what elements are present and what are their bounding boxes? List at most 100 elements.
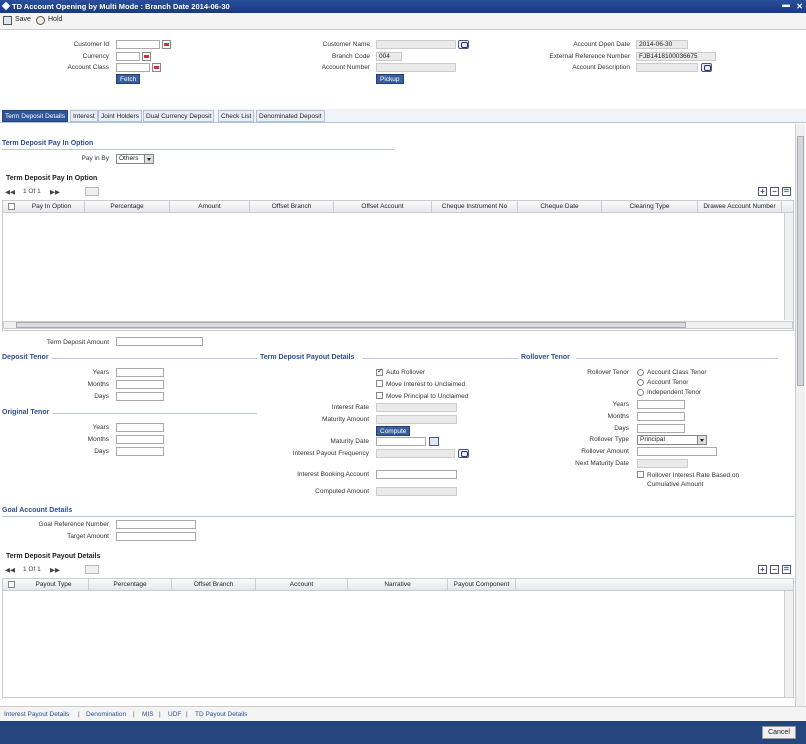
original-years-input[interactable] [116,423,164,432]
tab-check-list[interactable]: Check List [218,110,255,122]
independent-tenor-radio[interactable] [637,389,644,396]
tab-dual-currency-deposit[interactable]: Dual Currency Deposit [143,110,215,122]
account-description-lookup-icon[interactable] [701,63,712,72]
chevron-down-icon[interactable] [697,436,706,444]
original-months-input[interactable] [116,435,164,444]
col-payout-component[interactable]: Payout Component [448,579,516,591]
auto-rollover-checkbox[interactable] [376,367,383,376]
save-button[interactable]: Save [15,16,31,23]
calendar-icon[interactable] [429,437,439,446]
rollover-years-input[interactable] [637,400,685,409]
pay-in-by-select[interactable]: Others [116,154,154,164]
pay-in-hscroll-thumb[interactable] [16,322,686,328]
chevron-down-icon[interactable] [144,155,153,163]
pay-in-add-icon[interactable]: + [758,187,767,196]
customer-id-lov-icon[interactable] [162,40,171,49]
col-clearing-type[interactable]: Clearing Type [602,201,698,213]
account-class-tenor-radio[interactable] [637,369,644,376]
account-class-lov-icon[interactable] [152,63,161,72]
col-percentage[interactable]: Percentage [85,201,170,213]
move-principal-checkbox[interactable] [376,392,383,399]
interest-booking-account-input[interactable] [376,470,457,479]
customer-name-field [376,40,456,49]
rollover-days-input[interactable] [637,424,685,433]
col-drawee-account-number[interactable]: Drawee Account Number [698,201,782,213]
hold-button[interactable]: Hold [48,16,62,23]
original-days-label: Days [94,448,109,455]
udf-link[interactable]: UDF [168,711,181,718]
pay-in-grid-vscroll[interactable] [784,213,793,320]
hold-icon[interactable] [36,16,45,25]
rollover-interest-rate-checkbox[interactable] [637,471,644,478]
payout-select-all-checkbox[interactable] [8,581,15,588]
rollover-type-value: Principal [640,436,665,443]
currency-lov-icon[interactable] [142,52,151,61]
move-interest-checkbox[interactable] [376,380,383,387]
td-payout-details-link[interactable]: TD Payout Details [195,711,247,718]
minimize-icon[interactable]: ▬ [782,0,790,9]
col-narrative[interactable]: Narrative [348,579,448,591]
col-cheque-instrument-no[interactable]: Cheque Instrument No [432,201,518,213]
col-account[interactable]: Account [256,579,348,591]
payout-delete-icon[interactable]: − [770,565,779,574]
rollover-type-select[interactable]: Principal [637,435,707,445]
pay-in-goto-button[interactable] [85,187,99,196]
payout-next-last-icon[interactable]: ▶▶ [50,566,60,574]
payout-first-prev-icon[interactable]: ◀◀ [5,566,15,574]
col-offset-account[interactable]: Offset Account [334,201,432,213]
customer-id-input[interactable] [116,40,160,49]
target-amount-input[interactable] [116,532,196,541]
close-icon[interactable]: ✕ [796,2,803,11]
cancel-button[interactable]: Cancel [762,726,796,739]
fetch-button[interactable]: Fetch [116,74,141,84]
deposit-years-input[interactable] [116,368,164,377]
col-offset-branch[interactable]: Offset Branch [172,579,256,591]
goal-reference-input[interactable] [116,520,196,529]
save-icon[interactable] [3,16,12,25]
rollover-months-input[interactable] [637,412,685,421]
pickup-button[interactable]: Pickup [376,74,404,84]
pay-in-delete-icon[interactable]: − [770,187,779,196]
pay-in-view-icon[interactable]: ☰ [782,187,791,196]
interest-payout-frequency-lookup-icon[interactable] [458,449,469,458]
rollover-amount-input[interactable] [637,447,717,456]
col-offset-branch[interactable]: Offset Branch [250,201,334,213]
payout-add-icon[interactable]: + [758,565,767,574]
col-pay-in-option[interactable]: Pay In Option [19,201,85,213]
payout-view-icon[interactable]: ☰ [782,565,791,574]
compute-button[interactable]: Compute [376,426,411,436]
denomination-link[interactable]: Denomination [86,711,126,718]
maturity-date-input[interactable] [376,437,426,446]
pay-in-grid-hscroll[interactable] [3,321,793,329]
col-amount[interactable]: Amount [170,201,250,213]
deposit-days-input[interactable] [116,392,164,401]
customer-name-lookup-icon[interactable] [458,40,469,49]
original-months-label: Months [87,436,109,443]
tab-joint-holders[interactable]: Joint Holders [98,110,142,122]
payout-goto-button[interactable] [85,565,99,574]
currency-input[interactable] [116,52,140,61]
interest-payout-details-link[interactable]: Interest Payout Details [4,711,69,718]
original-days-input[interactable] [116,447,164,456]
pay-in-select-all-checkbox[interactable] [8,203,15,210]
account-class-input[interactable] [116,63,150,72]
main-vertical-scrollbar[interactable] [795,124,805,706]
maturity-amount-field [376,415,457,424]
mis-link[interactable]: MIS [142,711,154,718]
tab-denominated-deposit[interactable]: Denominated Deposit [256,110,325,122]
col-cheque-date[interactable]: Cheque Date [518,201,602,213]
interest-payout-frequency-label: Interest Payout Frequency [292,450,369,457]
account-tenor-radio[interactable] [637,379,644,386]
deposit-months-input[interactable] [116,380,164,389]
pay-in-next-last-icon[interactable]: ▶▶ [50,188,60,196]
main-scroll-thumb[interactable] [797,136,804,386]
pay-in-first-prev-icon[interactable]: ◀◀ [5,188,15,196]
col-percentage[interactable]: Percentage [89,579,172,591]
payout-grid-vscroll[interactable] [784,591,793,697]
tab-term-deposit-details[interactable]: Term Deposit Details [2,110,68,122]
col-payout-type[interactable]: Payout Type [19,579,89,591]
title-bar: TD Account Opening by Multi Mode : Branc… [0,0,806,13]
link-separator: | [186,711,188,718]
tab-interest[interactable]: Interest [70,110,98,122]
td-amount-input[interactable] [116,337,203,346]
